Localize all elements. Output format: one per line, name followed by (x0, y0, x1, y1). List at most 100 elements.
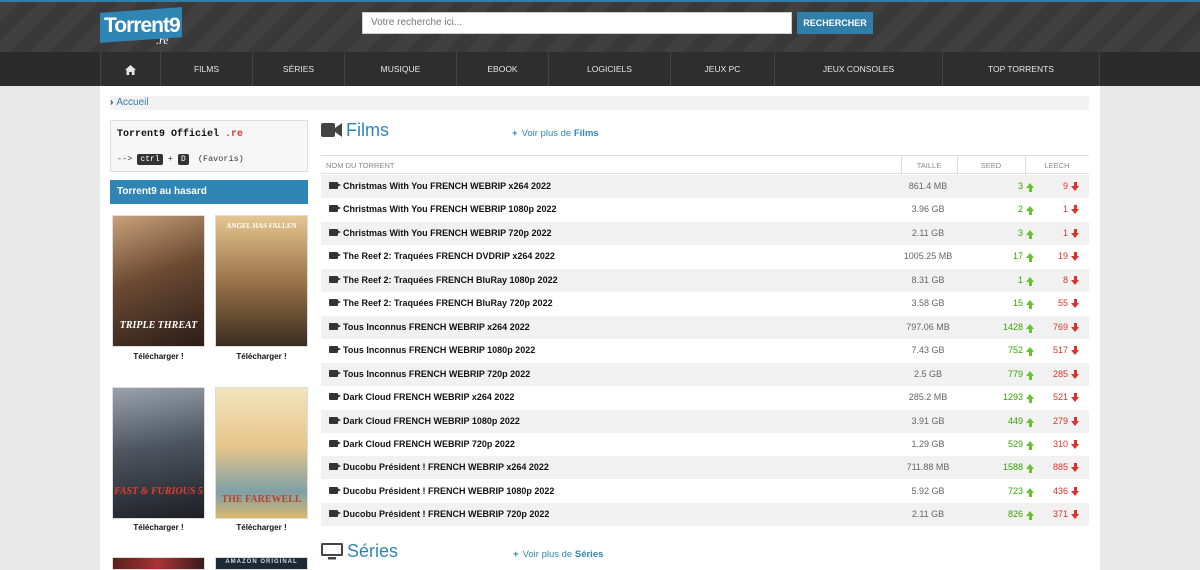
table-row[interactable]: Dark Cloud FRENCH WEBRIP 1080p 2022 3.91 … (321, 409, 1089, 433)
nav-ebook[interactable]: EBOOK (456, 52, 548, 86)
official-title-suffix: .re (225, 129, 244, 140)
video-camera-icon (329, 486, 341, 494)
torrent-seed: 449 (976, 410, 1034, 433)
torrent-name-link[interactable]: Christmas With You FRENCH WEBRIP 1080p 2… (343, 198, 556, 221)
poster-title: TRIPLE THREAT (119, 320, 198, 331)
table-row[interactable]: Christmas With You FRENCH WEBRIP x264 20… (321, 175, 1089, 198)
home-icon (125, 64, 136, 75)
torrent-leech: 769 (1037, 316, 1079, 339)
video-camera-icon (329, 275, 341, 283)
nav-jeux-pc[interactable]: JEUX PC (670, 52, 774, 86)
torrent-seed: 529 (976, 433, 1034, 456)
download-link[interactable]: Télécharger ! (112, 352, 205, 361)
poster-next-2[interactable]: AMAZON ORIGINAL (215, 557, 308, 570)
nav-top-torrents[interactable]: TOP TORRENTS (942, 52, 1100, 86)
arrow-up-icon (1026, 394, 1034, 404)
video-camera-icon (329, 299, 341, 307)
nav-musique[interactable]: MUSIQUE (344, 52, 456, 86)
leech-count: 885 (1052, 462, 1068, 473)
search-button[interactable]: RECHERCHER (797, 12, 873, 34)
leech-count: 1 (1062, 227, 1068, 238)
torrent-name-link[interactable]: The Reef 2: Traquées FRENCH DVDRIP x264 … (343, 245, 555, 268)
table-row[interactable]: The Reef 2: Traquées FRENCH BluRay 720p … (321, 292, 1089, 315)
torrent-size: 285.2 MB (908, 392, 948, 403)
arrow-down-icon (1071, 299, 1079, 309)
table-row[interactable]: The Reef 2: Traquées FRENCH DVDRIP x264 … (321, 245, 1089, 268)
torrent-name-link[interactable]: Tous Inconnus FRENCH WEBRIP 720p 2022 (343, 363, 530, 386)
torrent-leech: 521 (1037, 386, 1079, 409)
table-row[interactable]: The Reef 2: Traquées FRENCH BluRay 1080p… (321, 268, 1089, 292)
arrow-down-icon (1071, 463, 1079, 473)
d-key: D (177, 154, 189, 165)
poster-triple-threat[interactable]: TRIPLE THREAT (112, 215, 205, 347)
torrent-name-link[interactable]: Ducobu Président ! FRENCH WEBRIP x264 20… (343, 456, 549, 479)
video-camera-icon (329, 393, 341, 401)
arrow-down-icon (1071, 439, 1079, 449)
torrent-seed: 1 (976, 269, 1034, 292)
col-leech: LEECH (1044, 161, 1070, 170)
video-camera-icon (329, 252, 341, 260)
torrent-name-link[interactable]: Dark Cloud FRENCH WEBRIP 1080p 2022 (343, 410, 520, 433)
table-row[interactable]: Ducobu Président ! FRENCH WEBRIP x264 20… (321, 456, 1089, 480)
torrent-name-link[interactable]: The Reef 2: Traquées FRENCH BluRay 720p … (343, 292, 553, 315)
poster-fast-five[interactable]: FAST & FURIOUS 5 (112, 387, 205, 519)
torrent-seed: 3 (976, 222, 1034, 245)
torrent-name-link[interactable]: Dark Cloud FRENCH WEBRIP 720p 2022 (343, 433, 515, 456)
arrow-down-icon (1071, 510, 1079, 520)
torrent-name-link[interactable]: Dark Cloud FRENCH WEBRIP x264 2022 (343, 386, 514, 409)
table-row[interactable]: Tous Inconnus FRENCH WEBRIP x264 2022 797… (321, 315, 1089, 339)
search-input[interactable]: Votre recherche ici... (362, 12, 792, 34)
ctrl-key: ctrl (137, 154, 163, 165)
arrow-down-icon (1071, 322, 1079, 332)
table-row[interactable]: Christmas With You FRENCH WEBRIP 1080p 2… (321, 198, 1089, 221)
poster-next-1[interactable] (112, 557, 205, 570)
table-row[interactable]: Tous Inconnus FRENCH WEBRIP 720p 2022 2.5… (321, 362, 1089, 386)
torrent-name-link[interactable]: The Reef 2: Traquées FRENCH BluRay 1080p… (343, 269, 558, 292)
nav-films[interactable]: FILMS (160, 52, 252, 86)
hint-plus: + (167, 154, 173, 164)
plus-icon: + (512, 128, 518, 139)
more-films-link[interactable]: + Voir plus de Films (512, 128, 599, 139)
download-link[interactable]: Télécharger ! (112, 523, 205, 532)
download-link[interactable]: Télécharger ! (215, 352, 308, 361)
nav-logiciels[interactable]: LOGICIELS (548, 52, 670, 86)
torrent-name-link[interactable]: Christmas With You FRENCH WEBRIP 720p 20… (343, 222, 551, 245)
poster-the-farewell[interactable]: THE FAREWELL (215, 387, 308, 519)
table-row[interactable]: Dark Cloud FRENCH WEBRIP 720p 2022 1.29 G… (321, 433, 1089, 456)
leech-count: 279 (1052, 415, 1068, 426)
table-row[interactable]: Ducobu Président ! FRENCH WEBRIP 720p 20… (321, 503, 1089, 527)
table-row[interactable]: Christmas With You FRENCH WEBRIP 720p 20… (321, 221, 1089, 245)
table-row[interactable]: Dark Cloud FRENCH WEBRIP x264 2022 285.2 … (321, 386, 1089, 409)
leech-count: 521 (1052, 392, 1068, 403)
logo-domain: .re (156, 33, 169, 47)
hint-favoris: (Favoris) (197, 154, 244, 164)
nav-series[interactable]: SÉRIES (252, 52, 344, 86)
chevron-right-icon: › (110, 97, 114, 108)
table-row[interactable]: Tous Inconnus FRENCH WEBRIP 1080p 2022 7.… (321, 339, 1089, 362)
arrow-down-icon (1071, 228, 1079, 238)
torrent-name-link[interactable]: Tous Inconnus FRENCH WEBRIP 1080p 2022 (343, 339, 535, 362)
download-link[interactable]: Télécharger ! (215, 523, 308, 532)
nav-jeux-consoles[interactable]: JEUX CONSOLES (774, 52, 942, 86)
torrent-leech: 279 (1037, 410, 1079, 433)
series-section-title: Séries (347, 541, 399, 561)
poster-angel-has-fallen[interactable]: ANGEL HAS FALLEN (215, 215, 308, 347)
more-films-prefix: Voir plus de (521, 128, 572, 139)
torrent-seed: 1293 (976, 386, 1034, 409)
torrent-seed: 1588 (976, 456, 1034, 479)
table-row[interactable]: Ducobu Président ! FRENCH WEBRIP 1080p 2… (321, 480, 1089, 503)
arrow-down-icon (1071, 346, 1079, 356)
torrent-seed: 17 (976, 245, 1034, 268)
torrent-name-link[interactable]: Christmas With You FRENCH WEBRIP x264 20… (343, 175, 551, 198)
favorites-hint: --> ctrl + D (Favoris) (117, 154, 244, 165)
torrent-size: 1005.25 MB (903, 251, 953, 262)
site-logo[interactable]: Torrent9 .re (100, 7, 182, 47)
torrent-name-link[interactable]: Tous Inconnus FRENCH WEBRIP x264 2022 (343, 316, 530, 339)
torrent-name-link[interactable]: Ducobu Président ! FRENCH WEBRIP 1080p 2… (343, 480, 554, 503)
breadcrumb-home-link[interactable]: Accueil (116, 97, 148, 108)
nav-home[interactable] (100, 52, 160, 86)
torrent-name-link[interactable]: Ducobu Président ! FRENCH WEBRIP 720p 20… (343, 503, 549, 526)
more-series-link[interactable]: + Voir plus de Séries (513, 549, 603, 560)
arrow-down-icon (1071, 486, 1079, 496)
arrow-down-icon (1071, 205, 1079, 215)
